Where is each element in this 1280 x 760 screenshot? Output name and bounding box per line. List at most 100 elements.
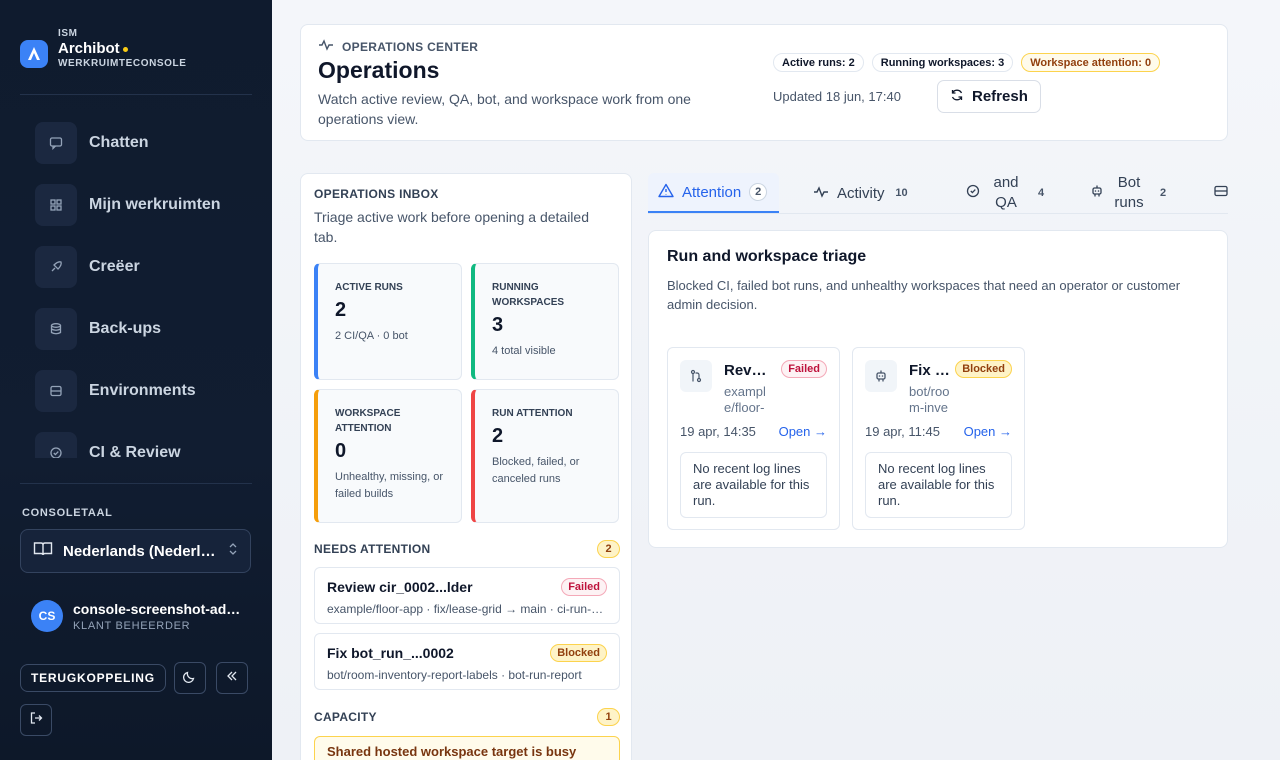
tab-bot-runs[interactable]: Bot runs 2 <box>1090 173 1172 213</box>
brand[interactable]: ISM Archibot WERKRUIMTECONSOLE <box>20 28 187 69</box>
attention-item[interactable]: Review cir_0002...lder Failed example/fl… <box>314 567 620 624</box>
tab-activity[interactable]: Activity 10 <box>813 173 911 213</box>
sidebar-item-creeer[interactable]: Creëer <box>20 236 252 298</box>
divider <box>20 483 252 484</box>
stat-value: 2 <box>335 299 347 321</box>
panel-description: Blocked CI, failed bot runs, and unhealt… <box>667 278 1181 312</box>
user-role: KLANT BEHEERDER <box>73 619 191 632</box>
tab-count: 10 <box>895 187 908 199</box>
tab-qa[interactable]: and QA 4 <box>966 173 1050 213</box>
stat-subtext: Unhealthy, missing, or failed builds <box>335 471 444 500</box>
stat-card-active-runs[interactable]: ACTIVE RUNS 2 2 CI/QA · 0 bot <box>314 263 462 380</box>
tab-label: Bot runs <box>1114 174 1144 211</box>
capacity-item[interactable]: Shared hosted workspace target is busy <box>314 736 620 760</box>
theme-toggle-button[interactable] <box>174 662 206 694</box>
stat-card-running-workspaces[interactable]: RUNNING WORKSPACES 3 4 total visible <box>471 263 619 380</box>
attention-item-subtitle: example/floor-app · fix/lease-grid → mai… <box>327 602 607 616</box>
sidebar-item-label: Chatten <box>89 134 149 151</box>
run-card-subtitle: example/floor-app · fix <box>724 384 766 415</box>
sidebar-item-ci-review[interactable]: CI & Review <box>20 422 252 458</box>
page-header: OPERATIONS CENTER Operations Watch activ… <box>300 24 1228 141</box>
stat-card-run-attention[interactable]: RUN ATTENTION 2 Blocked, failed, or canc… <box>471 389 619 523</box>
stat-value: 0 <box>335 440 347 462</box>
open-run-link[interactable]: Open → <box>964 424 1012 439</box>
pulse-icon <box>318 39 334 54</box>
brand-name: Archibot <box>58 40 120 57</box>
sidebar: ISM Archibot WERKRUIMTECONSOLE Chatten M… <box>0 0 272 760</box>
refresh-icon <box>950 88 964 106</box>
grid-icon <box>35 184 77 226</box>
stat-label: ACTIVE RUNS <box>335 282 403 293</box>
stat-subtext: 2 CI/QA · 0 bot <box>335 330 408 342</box>
attention-item-title: Fix bot_run_...0002 <box>327 645 454 661</box>
refresh-button[interactable]: Refresh <box>937 80 1041 113</box>
sidebar-item-chatten[interactable]: Chatten <box>20 112 252 174</box>
run-card[interactable]: Fix bot_run bot/room-inventory Blocked 1… <box>852 347 1025 530</box>
run-card-log: No recent log lines are available for th… <box>865 452 1012 518</box>
logout-button[interactable] <box>20 704 52 736</box>
page-eyebrow: OPERATIONS CENTER <box>342 39 479 54</box>
tab-label: Attention <box>682 183 742 201</box>
avatar: CS <box>31 600 63 632</box>
tab-attention[interactable]: Attention 2 <box>648 173 779 213</box>
needs-attention-count: 2 <box>597 540 620 558</box>
open-run-link[interactable]: Open → <box>779 424 827 439</box>
refresh-label: Refresh <box>972 88 1028 105</box>
tab-label: and QA <box>993 174 1019 211</box>
operations-tabs: Attention 2 Activity 10 and QA 4 Bot run… <box>648 173 1228 214</box>
sidebar-item-environments[interactable]: Environments <box>20 360 252 422</box>
database-icon <box>35 308 77 350</box>
workspace-attention-pill: Workspace attention: 0 <box>1021 53 1161 72</box>
brand-kicker: ISM <box>58 28 78 39</box>
feedback-button[interactable]: TERUGKOPPELING <box>20 664 166 692</box>
stat-value: 2 <box>492 425 504 447</box>
sidebar-item-label: CI & Review <box>89 444 181 458</box>
language-select[interactable]: Nederlands (Nederland) <box>20 529 251 573</box>
sidebar-item-label: Mijn werkruimten <box>89 196 221 213</box>
stat-card-workspace-attention[interactable]: WORKSPACE ATTENTION 0 Unhealthy, missing… <box>314 389 462 523</box>
attention-item-title: Review cir_0002...lder <box>327 579 473 595</box>
status-dot <box>122 46 128 52</box>
sidebar-item-label: Creëer <box>89 258 140 275</box>
run-card-date: 19 apr, 14:35 <box>680 424 756 439</box>
robot-icon <box>865 360 897 392</box>
capacity-count: 1 <box>597 708 620 726</box>
brand-subtitle: WERKRUIMTECONSOLE <box>58 58 187 69</box>
page-title: Operations <box>318 57 440 83</box>
sidebar-nav: Chatten Mijn werkruimten Creëer Back-ups… <box>20 112 252 458</box>
moon-icon <box>182 669 197 688</box>
tab-count: 4 <box>1037 187 1045 199</box>
run-card-title: Fix bot_run <box>909 362 953 379</box>
updated-timestamp: Updated 18 jun, 17:40 <box>773 89 901 104</box>
capacity-title: CAPACITY <box>314 710 377 724</box>
collapse-sidebar-button[interactable] <box>216 662 248 694</box>
user-name: console-screenshot-admin <box>73 600 243 617</box>
tab-count: 2 <box>1159 187 1167 199</box>
stat-value: 3 <box>492 314 504 336</box>
inbox-description: Triage active work before opening a deta… <box>314 209 589 245</box>
running-workspaces-pill: Running workspaces: 3 <box>871 53 1014 72</box>
tab-count: 2 <box>749 183 768 201</box>
server-icon <box>35 370 77 412</box>
sidebar-item-label: Environments <box>89 382 196 399</box>
language-select-value: Nederlands (Nederland) <box>63 542 218 560</box>
logout-icon <box>29 711 43 730</box>
run-card-subtitle: bot/room-inventory <box>909 384 950 415</box>
status-badge: Failed <box>781 360 827 378</box>
attention-item-subtitle: bot/room-inventory-report-labels · bot-r… <box>327 668 582 682</box>
attention-item[interactable]: Fix bot_run_...0002 Blocked bot/room-inv… <box>314 633 620 690</box>
chevron-up-down-icon <box>228 542 238 561</box>
sidebar-item-mijn-werkruimten[interactable]: Mijn werkruimten <box>20 174 252 236</box>
run-card-log: No recent log lines are available for th… <box>680 452 827 518</box>
user-profile[interactable]: CS console-screenshot-admin KLANT BEHEER… <box>31 600 246 632</box>
needs-attention-header: NEEDS ATTENTION 2 <box>314 540 620 558</box>
tab-workspaces[interactable] <box>1214 173 1228 213</box>
check-circle-icon <box>966 184 980 202</box>
server-icon <box>1214 184 1228 202</box>
stat-subtext: Blocked, failed, or canceled runs <box>492 456 580 485</box>
pulse-icon <box>813 185 829 202</box>
sidebar-item-back-ups[interactable]: Back-ups <box>20 298 252 360</box>
stat-subtext: 4 total visible <box>492 345 556 357</box>
chevrons-left-icon <box>225 669 239 688</box>
run-card[interactable]: Review cir_0002 example/floor-app · fix … <box>667 347 840 530</box>
